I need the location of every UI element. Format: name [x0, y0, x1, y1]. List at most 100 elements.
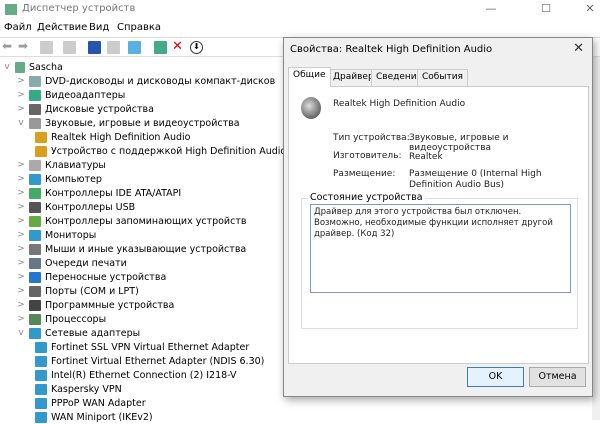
tree-item[interactable]: Fortinet SSL VPN Virtual Ethernet Adapte…: [32, 340, 249, 354]
tree-item[interactable]: > Контроллеры IDE ATA/ATAPI: [16, 186, 181, 200]
back-icon[interactable]: ⬅: [2, 39, 15, 53]
chevron-right-icon[interactable]: >: [16, 286, 26, 296]
chevron-right-icon[interactable]: >: [16, 90, 26, 100]
uninstall-icon[interactable]: ✕: [172, 39, 185, 54]
action-pane-icon[interactable]: [107, 41, 120, 54]
scan-hardware-icon[interactable]: [128, 41, 141, 54]
tree-item[interactable]: Intel(R) Ethernet Connection (2) I218-V: [32, 368, 237, 382]
dialog-close-button[interactable]: ✕: [573, 41, 584, 56]
tree-item-label: PPPoP WAN Adapter: [51, 397, 146, 409]
chevron-right-icon[interactable]: >: [16, 230, 26, 240]
tree-item[interactable]: Fortinet Virtual Ethernet Adapter (NDIS …: [32, 354, 264, 368]
tree-item[interactable]: > Очереди печати: [16, 256, 127, 270]
window-title: Диспетчер устройств: [22, 3, 136, 14]
tree-item-label: Программные устройства: [45, 299, 175, 311]
tree-item[interactable]: WAN Miniport (IKEv2): [32, 410, 153, 424]
chevron-right-icon[interactable]: >: [16, 258, 26, 268]
tree-item[interactable]: > Контроллеры USB: [16, 200, 135, 214]
device-name: Realtek High Definition Audio: [333, 99, 466, 109]
enable-device-icon[interactable]: ⬇: [190, 41, 203, 54]
tree-item[interactable]: > Процессоры: [16, 312, 106, 326]
chevron-right-icon[interactable]: >: [16, 174, 26, 184]
device-icon: [35, 369, 47, 381]
tree-item[interactable]: Realtek High Definition Audio: [32, 130, 190, 144]
device-icon: [29, 299, 41, 311]
properties-dialog: Свойства: Realtek High Definition Audio …: [283, 37, 593, 397]
device-icon: [35, 355, 47, 367]
chevron-right-icon[interactable]: >: [16, 300, 26, 310]
chevron-right-icon[interactable]: >: [16, 160, 26, 170]
chevron-down-icon[interactable]: v: [16, 328, 26, 338]
device-icon: [29, 285, 41, 297]
device-icon: [35, 131, 47, 143]
chevron-right-icon[interactable]: >: [16, 314, 26, 324]
update-driver-icon[interactable]: [154, 41, 167, 54]
tree-item-label: Порты (COM и LPT): [45, 285, 139, 297]
tab-events[interactable]: События: [417, 69, 468, 86]
close-button[interactable]: ✕: [575, 2, 600, 16]
menu-help[interactable]: Справка: [117, 22, 161, 33]
device-icon: [29, 173, 41, 185]
chevron-right-icon[interactable]: >: [16, 216, 26, 226]
menu-bar: Файл Действие Вид Справка: [0, 21, 600, 37]
tree-item[interactable]: > Переносные устройства: [16, 270, 166, 284]
forward-icon[interactable]: ➡: [18, 39, 31, 53]
tree-item-label: Контроллеры IDE ATA/ATAPI: [45, 187, 182, 199]
menu-action[interactable]: Действие: [37, 22, 87, 33]
chevron-right-icon[interactable]: >: [16, 76, 26, 86]
tree-item-label: Kaspersky VPN: [51, 383, 122, 395]
tree-item[interactable]: > Клавиатуры: [16, 158, 106, 172]
tree-item[interactable]: v Сетевые адаптеры: [16, 326, 140, 340]
tree-item[interactable]: v Звуковые, игровые и видеоустройства: [16, 116, 240, 130]
device-icon: [29, 327, 41, 339]
tree-root[interactable]: v Sascha: [2, 60, 63, 74]
menu-file[interactable]: Файл: [4, 22, 32, 33]
tree-item[interactable]: > DVD-дисководы и дисководы компакт-диско…: [16, 74, 275, 88]
tree-item[interactable]: > Мониторы: [16, 228, 96, 242]
tree-item[interactable]: PPPoP WAN Adapter: [32, 396, 146, 410]
properties-icon[interactable]: [63, 41, 76, 54]
device-icon: [35, 411, 47, 423]
tree-item[interactable]: > Порты (COM и LPT): [16, 284, 139, 298]
tree-item[interactable]: > Мыши и иные указывающие устройства: [16, 242, 246, 256]
minimize-button[interactable]: —: [476, 2, 506, 16]
help-icon[interactable]: [88, 41, 101, 54]
chevron-right-icon[interactable]: >: [16, 104, 26, 114]
tree-item-label: Звуковые, игровые и видеоустройства: [45, 117, 240, 129]
tab-general[interactable]: Общие: [288, 67, 331, 87]
device-status-textbox[interactable]: Драйвер для этого устройства был отключе…: [310, 204, 571, 293]
tree-item[interactable]: Kaspersky VPN: [32, 382, 122, 396]
cancel-button[interactable]: Отмена: [529, 367, 586, 387]
maximize-button[interactable]: ☐: [531, 2, 561, 16]
tree-item-label: Fortinet Virtual Ethernet Adapter (NDIS …: [51, 355, 265, 367]
tree-item[interactable]: > Программные устройства: [16, 298, 174, 312]
tree-item-label: Realtek High Definition Audio: [51, 131, 191, 143]
chevron-down-icon[interactable]: v: [2, 62, 12, 72]
chevron-right-icon[interactable]: >: [16, 202, 26, 212]
chevron-right-icon[interactable]: >: [16, 244, 26, 254]
tree-item-label: Сетевые адаптеры: [45, 327, 141, 339]
tree-scrollbar[interactable]: [592, 57, 600, 420]
tree-item[interactable]: > Дисковые устройства: [16, 102, 154, 116]
device-icon: [29, 75, 41, 87]
tree-item-label: Переносные устройства: [45, 271, 167, 283]
tree-item-label: Мониторы: [45, 229, 97, 241]
device-icon: [29, 215, 41, 227]
menu-view[interactable]: Вид: [89, 22, 109, 33]
chevron-right-icon[interactable]: >: [16, 188, 26, 198]
chevron-right-icon[interactable]: >: [16, 272, 26, 282]
tree-item-label: Дисковые устройства: [45, 103, 154, 115]
device-icon: [29, 313, 41, 325]
device-icon: [29, 257, 41, 269]
device-type-value: Звуковые, игровые и видеоустройства: [409, 133, 509, 153]
device-icon: [29, 117, 41, 129]
tree-item-label: Fortinet SSL VPN Virtual Ethernet Adapte…: [51, 341, 250, 353]
chevron-down-icon[interactable]: v: [16, 118, 26, 128]
tree-item[interactable]: > Компьютер: [16, 172, 102, 186]
tree-item[interactable]: Устройство с поддержкой High Definition …: [32, 144, 286, 158]
show-hide-console-icon[interactable]: [40, 41, 53, 54]
device-icon: [29, 243, 41, 255]
tree-item[interactable]: > Видеоадаптеры: [16, 88, 125, 102]
tree-item[interactable]: > Контроллеры запоминающих устройств: [16, 214, 246, 228]
ok-button[interactable]: OK: [467, 367, 524, 387]
